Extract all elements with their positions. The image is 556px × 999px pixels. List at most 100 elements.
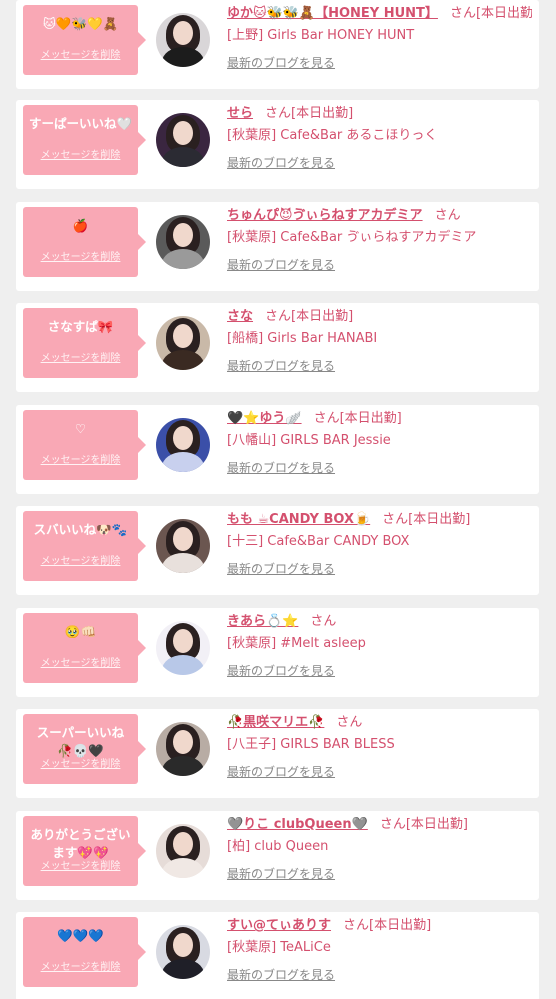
avatar[interactable] [156,113,210,167]
avatar[interactable] [156,925,210,979]
cast-status: さん[本日出勤] [343,918,432,933]
avatar-face [173,223,193,247]
shop-name: [十三] Cafe&Bar CANDY BOX [227,534,410,549]
avatar-face [173,730,193,754]
cast-status: さん[本日出勤] [379,817,468,832]
shop-name: [上野] Girls Bar HONEY HUNT [227,28,415,43]
avatar[interactable] [156,13,210,67]
shop-name: [秋葉原] Cafe&Bar あるこほりっく [227,128,438,143]
message-card: すーぱーいいね🤍 メッセージを削除 せら さん[本日出勤] [秋葉原] Cafe&Bar… [16,100,539,189]
latest-blog-link[interactable]: 最新のブログを見る [227,763,335,781]
message-text: スバいいね🐶🐾 [33,522,128,537]
delete-message-link[interactable]: メッセージを削除 [23,46,138,61]
delete-message-link[interactable]: メッセージを削除 [23,755,138,770]
message-card: 💙💙💙 メッセージを削除 すい@てぃありす さん[本日出勤] [秋葉原] TeALiCe… [16,912,539,999]
cast-status: さん [336,715,363,730]
latest-blog-link[interactable]: 最新のブログを見る [227,966,335,984]
delete-message-link[interactable]: メッセージを削除 [23,451,138,466]
delete-message-link[interactable]: メッセージを削除 [23,248,138,263]
delete-message-link[interactable]: メッセージを削除 [23,146,138,161]
cast-name-link[interactable]: 🖤⭐ゆう🪽 [227,411,302,426]
avatar[interactable] [156,418,210,472]
latest-blog-link[interactable]: 最新のブログを見る [227,154,335,172]
message-card: さなすぱ🎀 メッセージを削除 さな さん[本日出勤] [船橋] Girls Bar HA… [16,303,539,392]
latest-blog-link[interactable]: 最新のブログを見る [227,865,335,883]
cast-info: ゆか🐱🐝🐝🧸【HONEY HUNT】 さん[本日出勤] [上野] Girls Bar… [227,4,532,72]
message-list: 🐱🧡🐝💛🧸 メッセージを削除 ゆか🐱🐝🐝🧸【HONEY HUNT】 さん[本日出勤] [… [0,0,556,999]
shop-name: [八王子] GIRLS BAR BLESS [227,737,395,752]
shop-name: [船橋] Girls Bar HANABI [227,331,378,346]
cast-name-link[interactable]: もも ☕CANDY BOX🍺 [227,512,370,527]
message-bubble: 🐱🧡🐝💛🧸 メッセージを削除 [23,5,146,75]
latest-blog-link[interactable]: 最新のブログを見る [227,560,335,578]
avatar-shoulders [162,959,204,979]
avatar-shoulders [162,858,204,878]
latest-blog-link[interactable]: 最新のブログを見る [227,357,335,375]
message-text: すーぱーいいね🤍 [28,116,133,131]
message-card: ありがとうござい ます💖💖 メッセージを削除 🩶りこ clubQueen🩶 さん[本日… [16,811,539,900]
message-text: 🥹👊🏻 [64,624,97,639]
cast-info: もも ☕CANDY BOX🍺 さん[本日出勤] [十三] Cafe&Bar CAND… [227,510,532,578]
avatar[interactable] [156,824,210,878]
latest-blog-link[interactable]: 最新のブログを見る [227,54,335,72]
avatar-face [173,324,193,348]
cast-name-link[interactable]: ゆか🐱🐝🐝🧸【HONEY HUNT】 [227,6,438,21]
message-bubble: スバいいね🐶🐾 メッセージを削除 [23,511,146,581]
latest-blog-link[interactable]: 最新のブログを見る [227,662,335,680]
shop-name: [八幡山] GIRLS BAR Jessie [227,433,391,448]
cast-name-row: きあら💍⭐ さん [227,612,532,632]
message-bubble: ありがとうござい ます💖💖 メッセージを削除 [23,816,146,886]
avatar-shoulders [162,350,204,370]
cast-name-row: ちゅんぴ😈ゔぃらねすアカデミア さん [227,206,532,226]
avatar-face [173,21,193,45]
message-card: スーパーいいね 🥀💀🖤 メッセージを削除 🥀黒咲マリエ🥀 さん [八王子] GIRLS … [16,709,539,798]
cast-name-link[interactable]: さな [227,309,253,324]
cast-info: 🥀黒咲マリエ🥀 さん [八王子] GIRLS BAR BLESS 最新のブログを見る [227,713,532,781]
delete-message-link[interactable]: メッセージを削除 [23,349,138,364]
avatar-face [173,629,193,653]
delete-message-link[interactable]: メッセージを削除 [23,857,138,872]
avatar-face [173,121,193,145]
delete-message-link[interactable]: メッセージを削除 [23,958,138,973]
cast-name-row: すい@てぃありす さん[本日出勤] [227,916,532,936]
message-card: ♡ メッセージを削除 🖤⭐ゆう🪽 さん[本日出勤] [八幡山] GIRLS BAR Je… [16,405,539,494]
cast-name-row: ゆか🐱🐝🐝🧸【HONEY HUNT】 さん[本日出勤] [227,4,532,24]
cast-name-row: 🩶りこ clubQueen🩶 さん[本日出勤] [227,815,532,835]
cast-name-row: 🖤⭐ゆう🪽 さん[本日出勤] [227,409,532,429]
shop-name: [秋葉原] Cafe&Bar ゔぃらねすアカデミア [227,230,477,245]
delete-message-link[interactable]: メッセージを削除 [23,654,138,669]
cast-info: きあら💍⭐ さん [秋葉原] #Melt asleep 最新のブログを見る [227,612,532,680]
latest-blog-link[interactable]: 最新のブログを見る [227,256,335,274]
avatar-shoulders [162,655,204,675]
message-card: 🐱🧡🐝💛🧸 メッセージを削除 ゆか🐱🐝🐝🧸【HONEY HUNT】 さん[本日出勤] [… [16,0,539,89]
cast-name-link[interactable]: すい@てぃありす [227,918,331,933]
avatar[interactable] [156,316,210,370]
cast-name-link[interactable]: きあら💍⭐ [227,614,298,629]
cast-status: さん[本日出勤] [265,309,354,324]
message-card: 🍎 メッセージを削除 ちゅんぴ😈ゔぃらねすアカデミア さん [秋葉原] Cafe&Bar… [16,202,539,291]
shop-name: [秋葉原] TeALiCe [227,940,331,955]
avatar-shoulders [162,249,204,269]
delete-message-link[interactable]: メッセージを削除 [23,552,138,567]
message-text: 🐱🧡🐝💛🧸 [42,16,119,31]
avatar-shoulders [162,756,204,776]
latest-blog-link[interactable]: 最新のブログを見る [227,459,335,477]
message-bubble: スーパーいいね 🥀💀🖤 メッセージを削除 [23,714,146,784]
avatar[interactable] [156,215,210,269]
cast-info: さな さん[本日出勤] [船橋] Girls Bar HANABI 最新のブログを見る [227,307,532,375]
cast-name-link[interactable]: せら [227,106,253,121]
cast-name-link[interactable]: 🩶りこ clubQueen🩶 [227,817,368,832]
cast-name-link[interactable]: ちゅんぴ😈ゔぃらねすアカデミア [227,208,423,223]
avatar-face [173,832,193,856]
avatar-face [173,426,193,450]
cast-status: さん [434,208,461,223]
cast-name-link[interactable]: 🥀黒咲マリエ🥀 [227,715,324,730]
avatar[interactable] [156,519,210,573]
avatar-shoulders [162,47,204,67]
cast-status: さん[本日出勤] [265,106,354,121]
message-text: 🍎 [72,218,89,233]
avatar[interactable] [156,621,210,675]
cast-name-row: さな さん[本日出勤] [227,307,532,327]
message-bubble: 🥹👊🏻 メッセージを削除 [23,613,146,683]
avatar[interactable] [156,722,210,776]
